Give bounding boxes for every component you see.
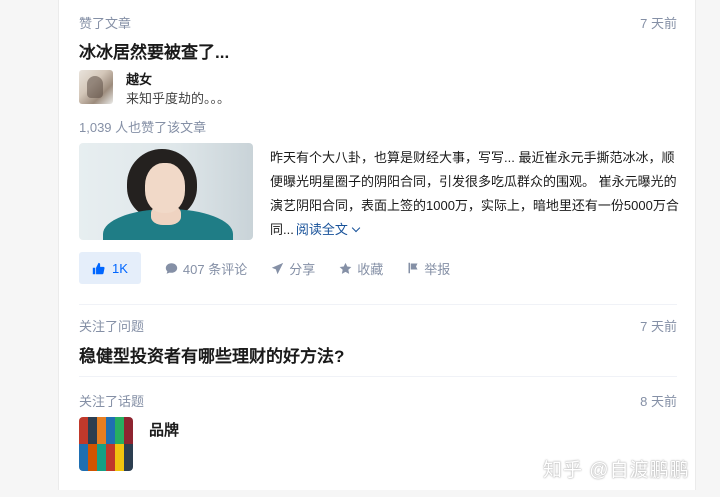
watermark: 知乎 @自渡鹏鹏 xyxy=(543,460,690,481)
read-more-link[interactable]: 阅读全文 xyxy=(295,222,361,237)
comment-button[interactable]: 407 条评论 xyxy=(165,259,247,278)
report-label: 举报 xyxy=(424,261,451,277)
report-button[interactable]: 举报 xyxy=(407,259,450,278)
article-cover-image[interactable] xyxy=(79,143,253,240)
feed-item-meta: 赞了文章 7 天前 xyxy=(79,13,677,32)
article-title[interactable]: 冰冰居然要被查了... xyxy=(79,38,229,63)
share-icon xyxy=(272,262,284,274)
divider xyxy=(79,304,677,305)
vote-count: 1K xyxy=(112,260,128,276)
collect-button[interactable]: 收藏 xyxy=(339,259,383,278)
activity-feed-card: 赞了文章 7 天前 冰冰居然要被查了... 越女 来知乎度劫的。。。 1,039… xyxy=(58,0,696,490)
divider xyxy=(79,376,677,377)
share-label: 分享 xyxy=(289,261,316,277)
activity-time: 7 天前 xyxy=(640,16,677,31)
activity-time: 8 天前 xyxy=(640,394,677,409)
activity-time: 7 天前 xyxy=(640,319,677,334)
likes-summary: 1,039 人也赞了该文章 xyxy=(79,120,207,135)
activity-type: 关注了问题 xyxy=(79,319,145,334)
feed-item-meta: 关注了问题 7 天前 xyxy=(79,316,677,335)
chevron-down-icon xyxy=(351,223,361,233)
question-title[interactable]: 稳健型投资者有哪些理财的好方法? xyxy=(79,342,344,367)
upvote-button[interactable]: 1K xyxy=(79,252,141,284)
flag-icon xyxy=(408,262,418,274)
comment-icon xyxy=(165,262,178,274)
collect-label: 收藏 xyxy=(357,261,384,277)
read-more-label: 阅读全文 xyxy=(295,222,348,237)
thumbs-up-icon xyxy=(92,262,105,274)
avatar[interactable] xyxy=(79,70,113,104)
action-bar: 1K 407 条评论 分享 收藏 举报 xyxy=(79,252,450,284)
topic-name[interactable]: 品牌 xyxy=(149,419,179,440)
author-name[interactable]: 越女 xyxy=(126,71,230,89)
activity-type: 赞了文章 xyxy=(79,16,132,31)
topic-image[interactable] xyxy=(79,417,133,471)
author-bio: 来知乎度劫的。。。 xyxy=(126,91,231,106)
feed-item-meta: 关注了话题 8 天前 xyxy=(79,391,677,410)
share-button[interactable]: 分享 xyxy=(271,259,315,278)
author-info: 越女 来知乎度劫的。。。 xyxy=(79,70,230,109)
activity-type: 关注了话题 xyxy=(79,394,145,409)
comment-count: 407 条评论 xyxy=(182,261,248,277)
star-icon xyxy=(339,262,352,274)
article-excerpt[interactable]: 昨天有个大八卦，也算是财经大事，写写... 最近崔永元手撕范冰冰，顺便曝光明星圈… xyxy=(270,146,682,242)
